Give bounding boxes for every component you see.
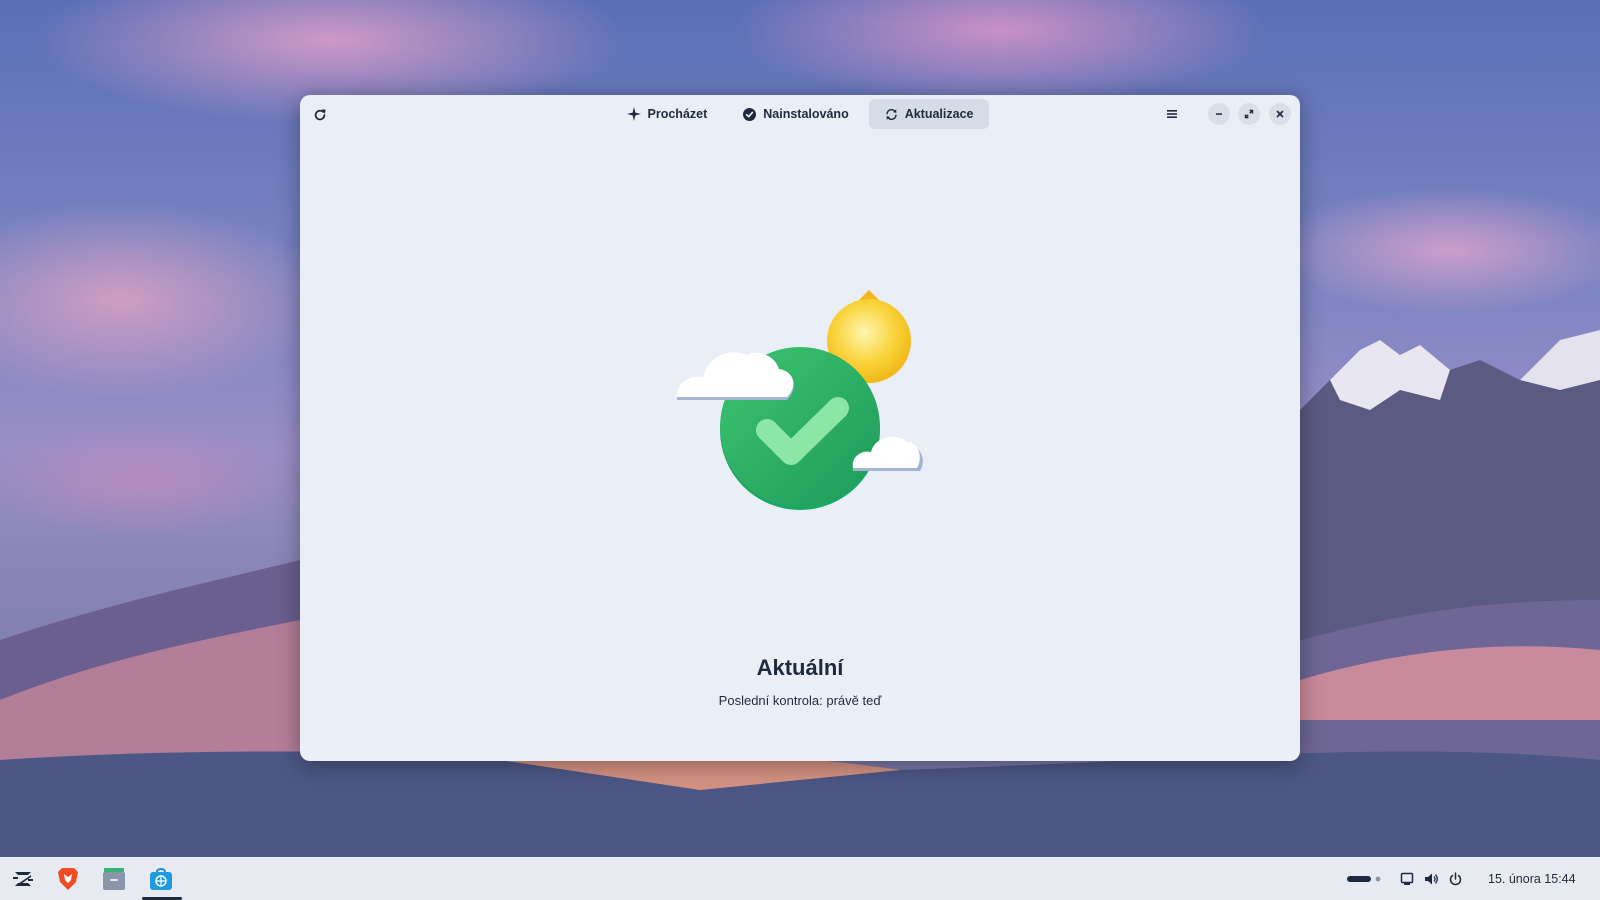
main-menu-button[interactable]: [1160, 102, 1184, 126]
tray-network[interactable]: [1400, 857, 1414, 900]
maximize-button[interactable]: [1238, 103, 1260, 125]
taskbar-brave[interactable]: [51, 862, 85, 896]
tab-updates[interactable]: Aktualizace: [868, 99, 990, 129]
network-icon: [1400, 872, 1414, 885]
tab-browse-label: Procházet: [647, 107, 708, 121]
zorin-logo-icon: [13, 872, 33, 886]
header-bar: Procházet Nainstalováno Aktualizace: [300, 95, 1300, 133]
minimize-button[interactable]: [1208, 103, 1230, 125]
check-circle-icon: [743, 107, 757, 121]
software-window: Procházet Nainstalováno Aktualizace Aktu…: [300, 95, 1300, 761]
taskbar-software[interactable]: [144, 862, 178, 896]
workspace-indicator-icon: [1347, 875, 1381, 882]
tab-browse[interactable]: Procházet: [611, 99, 724, 129]
file-manager-icon: [103, 868, 125, 890]
taskbar-files[interactable]: [97, 862, 131, 896]
tab-installed[interactable]: Nainstalováno: [727, 99, 864, 129]
taskbar: 15. února 15:44: [0, 857, 1600, 900]
tab-installed-label: Nainstalováno: [763, 107, 849, 121]
close-button[interactable]: [1269, 103, 1291, 125]
close-icon: [1276, 110, 1284, 118]
clock[interactable]: 15. února 15:44: [1488, 857, 1576, 900]
tab-updates-label: Aktualizace: [904, 107, 974, 121]
sparkle-icon: [626, 107, 641, 121]
maximize-icon: [1244, 109, 1254, 119]
tray-power[interactable]: [1449, 857, 1462, 900]
status-title: Aktuální: [756, 655, 844, 680]
view-switcher: Procházet Nainstalováno Aktualizace: [300, 99, 1300, 129]
workspace-indicator[interactable]: [1347, 857, 1383, 900]
sync-icon: [885, 108, 898, 121]
last-check-label: Poslední kontrola: právě teď: [718, 693, 882, 708]
hamburger-menu-icon: [1167, 110, 1177, 118]
volume-icon: [1425, 873, 1438, 884]
tray-volume[interactable]: [1424, 857, 1439, 900]
power-icon: [1449, 871, 1462, 885]
software-store-icon: [150, 868, 172, 890]
up-to-date-illustration: [677, 290, 923, 510]
brave-browser-icon: [58, 868, 78, 890]
zorin-menu-button[interactable]: [6, 862, 40, 896]
minimize-icon: [1216, 113, 1222, 115]
